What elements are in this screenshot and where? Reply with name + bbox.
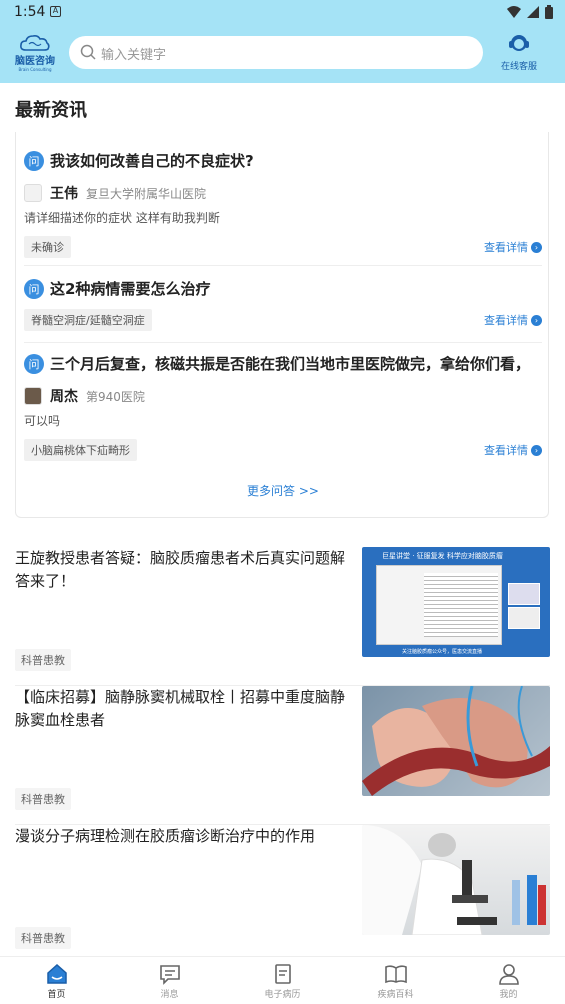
chevron-right-icon: › <box>531 241 542 253</box>
doctor-hospital: 复旦大学附属华山医院 <box>86 186 207 201</box>
doctor-avatar <box>24 184 42 202</box>
article-title: 漫谈分子病理检测在胶质瘤诊断治疗中的作用 <box>15 827 316 845</box>
thumb-speaker <box>508 607 540 629</box>
question-text: 三个月后复查，核磁共振是否能在我们当地市里医院做完，拿给你们看， <box>50 355 531 373</box>
doctor-name: 王伟 <box>50 186 78 202</box>
tab-disease-wiki[interactable]: 疾病百科 <box>339 957 452 1004</box>
section-title: 最新资讯 <box>15 100 87 121</box>
diagnosis-tag: 未确诊 <box>24 236 71 258</box>
divider <box>24 265 542 266</box>
status-time: 1:54 <box>14 4 46 20</box>
diagnosis-tag: 脊髓空洞症/延髓空洞症 <box>24 309 152 331</box>
doctor-avatar <box>24 387 42 405</box>
article-item[interactable]: 【临床招募】脑静脉窦机械取栓丨招募中重度脑静脉窦血栓患者 科普患教 <box>15 686 550 825</box>
status-bar: 1:54 A <box>0 0 565 24</box>
view-detail-label: 查看详情 <box>484 241 528 254</box>
view-detail-link[interactable]: 查看详情 › <box>484 239 542 255</box>
system-icons <box>507 4 553 20</box>
qa-item[interactable]: 问这2种病情需要怎么治疗 脊髓空洞症/延髓空洞症 查看详情 › <box>24 278 542 331</box>
article-category: 科普患教 <box>15 788 71 810</box>
logo-subtitle: Brain Consulting <box>18 67 52 72</box>
headset-icon <box>509 35 529 51</box>
tab-label: 首页 <box>47 990 66 1000</box>
tab-medical-record[interactable]: 电子病历 <box>226 957 339 1004</box>
chevron-right-icon: › <box>531 444 542 456</box>
view-detail-label: 查看详情 <box>484 314 528 327</box>
qa-item[interactable]: 问我该如何改善自己的不良症状? 王伟 复旦大学附属华山医院 请详细描述你的症状 这… <box>24 150 542 258</box>
logo-text: 脑医咨询 <box>15 56 55 67</box>
question-badge-icon: 问 <box>24 150 44 171</box>
notification-icon: A <box>50 6 61 17</box>
message-icon <box>159 965 180 985</box>
view-detail-label: 查看详情 <box>484 444 528 457</box>
qa-question: 问三个月后复查，核磁共振是否能在我们当地市里医院做完，拿给你们看， <box>24 353 542 374</box>
article-category: 科普患教 <box>15 649 71 671</box>
wifi-icon <box>507 6 521 18</box>
qa-card: 问我该如何改善自己的不良症状? 王伟 复旦大学附属华山医院 请详细描述你的症状 这… <box>15 132 549 518</box>
chevron-right-icon: › <box>531 314 542 326</box>
battery-icon <box>545 5 553 19</box>
doctor-hospital: 第940医院 <box>86 389 145 404</box>
article-title: 王旋教授患者答疑：脑胶质瘤患者术后真实问题解答来了！ <box>15 549 346 590</box>
question-badge-icon: 问 <box>24 278 44 299</box>
article-item[interactable]: 王旋教授患者答疑：脑胶质瘤患者术后真实问题解答来了！ 科普患教 巨星讲堂 · 征… <box>15 547 550 686</box>
tab-messages[interactable]: 消息 <box>113 957 226 1004</box>
view-detail-link[interactable]: 查看详情 › <box>484 312 542 328</box>
question-badge-icon: 问 <box>24 353 44 374</box>
tab-label: 电子病历 <box>264 990 301 1000</box>
tab-label: 消息 <box>160 990 179 1000</box>
bottom-tab-bar: 首页 消息 电子病历 疾病百科 我的 <box>0 956 565 1004</box>
view-detail-link[interactable]: 查看详情 › <box>484 442 542 458</box>
doctor-name: 周杰 <box>50 389 78 405</box>
tab-profile[interactable]: 我的 <box>452 957 565 1004</box>
more-qa-link[interactable]: 更多问答 >> <box>16 482 550 499</box>
answer-text: 请详细描述你的症状 这样有助我判断 <box>24 211 220 225</box>
qa-tag-row: 小脑扁桃体下疝畸形 查看详情 › <box>24 439 542 461</box>
thumb-footer: 关注脑胶质瘤公众号，医患交流直播 <box>402 649 483 655</box>
qa-item[interactable]: 问三个月后复查，核磁共振是否能在我们当地市里医院做完，拿给你们看， 周杰 第940… <box>24 353 542 461</box>
qa-tag-row: 脊髓空洞症/延髓空洞症 查看详情 › <box>24 309 542 331</box>
article-thumbnail: 巨星讲堂 · 征服复发 科学应对脑胶质瘤 关注脑胶质瘤公众号，医患交流直播 <box>362 547 550 657</box>
article-title: 【临床招募】脑静脉窦机械取栓丨招募中重度脑静脉窦血栓患者 <box>15 688 346 729</box>
qa-question: 问我该如何改善自己的不良症状? <box>24 150 542 171</box>
qa-question: 问这2种病情需要怎么治疗 <box>24 278 542 299</box>
answer-text: 可以吗 <box>24 414 61 428</box>
diagnosis-tag: 小脑扁桃体下疝畸形 <box>24 439 137 461</box>
tab-label: 疾病百科 <box>377 990 414 1000</box>
tab-home[interactable]: 首页 <box>0 957 113 1004</box>
user-icon <box>498 964 519 985</box>
vein-illustration <box>362 686 550 796</box>
article-thumbnail <box>362 825 550 935</box>
search-input[interactable]: 输入关键字 <box>69 36 483 69</box>
signal-icon <box>527 6 539 18</box>
article-thumbnail <box>362 686 550 796</box>
book-icon <box>384 965 407 984</box>
app-header: 脑医咨询 Brain Consulting 输入关键字 在线客服 <box>0 24 565 83</box>
question-text: 这2种病情需要怎么治疗 <box>50 280 211 298</box>
doctor-info: 王伟 复旦大学附属华山医院 <box>24 183 542 203</box>
thumb-slide-text <box>424 573 498 637</box>
thumb-speaker <box>508 583 540 605</box>
online-service-label: 在线客服 <box>500 62 537 72</box>
document-icon <box>274 964 291 984</box>
doctor-info: 周杰 第940医院 <box>24 386 542 406</box>
qa-tag-row: 未确诊 查看详情 › <box>24 236 542 258</box>
article-item[interactable]: 漫谈分子病理检测在胶质瘤诊断治疗中的作用 科普患教 <box>15 825 550 964</box>
article-category: 科普患教 <box>15 927 71 949</box>
thumb-banner: 巨星讲堂 · 征服复发 科学应对脑胶质瘤 <box>382 552 503 560</box>
divider <box>24 342 542 343</box>
question-text: 我该如何改善自己的不良症状? <box>50 152 254 170</box>
home-icon <box>46 963 67 984</box>
search-icon <box>80 44 96 60</box>
online-service-button[interactable]: 在线客服 <box>494 32 544 74</box>
app-logo[interactable]: 脑医咨询 Brain Consulting <box>14 34 56 74</box>
microscope-illustration <box>362 825 546 935</box>
brain-cloud-icon <box>20 35 50 51</box>
tab-label: 我的 <box>499 990 518 1000</box>
search-placeholder: 输入关键字 <box>101 48 167 63</box>
